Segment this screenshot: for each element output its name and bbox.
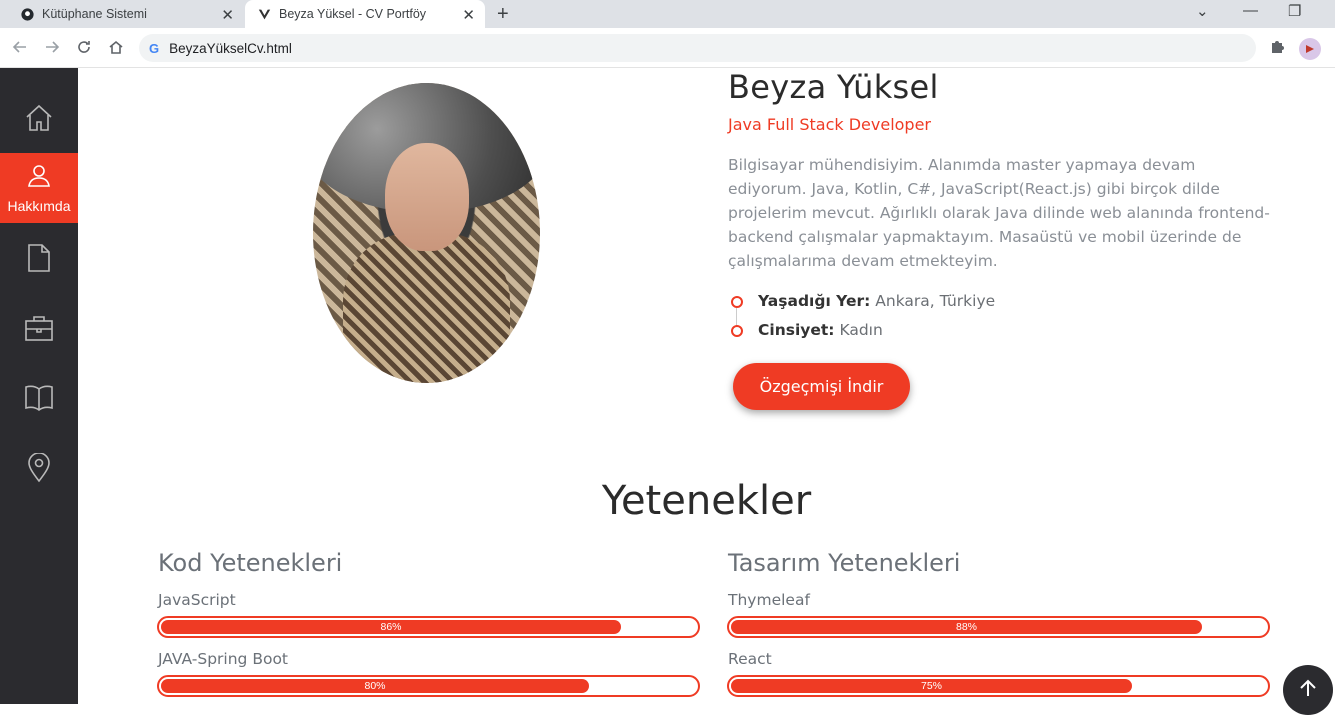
github-icon (20, 7, 34, 21)
skill-name: JAVA-Spring Boot (158, 650, 289, 668)
skill-bar-fill: 88% (731, 620, 1202, 634)
sidebar-item-portfolio[interactable] (0, 295, 78, 365)
address-bar-row: G BeyzaYükselCv.html (0, 28, 1335, 68)
code-skills-title: Kod Yetenekleri (158, 549, 343, 577)
google-g-icon: G (149, 40, 160, 56)
sidebar-item-home[interactable] (0, 85, 78, 155)
tab-search-chevron-icon[interactable]: ⌄ (1196, 2, 1209, 20)
info-value: Kadın (839, 321, 883, 339)
document-icon (26, 243, 52, 278)
extensions-puzzle-icon[interactable] (1269, 38, 1285, 59)
sidebar-item-contact[interactable] (0, 435, 78, 505)
design-skills-title: Tasarım Yetenekleri (728, 549, 961, 577)
profile-avatar[interactable] (1299, 38, 1321, 60)
tab-kutuphane[interactable]: Kütüphane Sistemi ✕ (8, 0, 244, 28)
skill-bar: 80% (157, 675, 700, 697)
back-icon[interactable] (10, 37, 30, 57)
user-icon (26, 163, 52, 194)
info-location: Yaşadığı Yer: Ankara, Türkiye (728, 292, 1128, 310)
vercel-v-icon (257, 7, 271, 21)
browser-tab-strip: Kütüphane Sistemi ✕ Beyza Yüksel - CV Po… (0, 0, 1335, 28)
profile-role: Java Full Stack Developer (728, 115, 931, 134)
sidebar-item-label: Hakkımda (7, 197, 71, 214)
book-icon (24, 384, 54, 417)
new-tab-icon[interactable]: + (497, 3, 509, 26)
main-content: Beyza Yüksel Java Full Stack Developer B… (78, 68, 1335, 715)
scroll-to-top-button[interactable] (1283, 665, 1333, 715)
tab-title: Beyza Yüksel - CV Portföy (279, 7, 427, 21)
skill-bar-fill: 75% (731, 679, 1132, 693)
briefcase-icon (24, 314, 54, 347)
sidebar-item-blog[interactable] (0, 365, 78, 435)
url-field[interactable]: G BeyzaYükselCv.html (139, 34, 1256, 62)
close-icon[interactable]: ✕ (462, 6, 475, 24)
info-key: Yaşadığı Yer: (758, 292, 871, 310)
info-value: Ankara, Türkiye (875, 292, 996, 310)
close-icon[interactable]: ✕ (221, 6, 234, 24)
profile-name: Beyza Yüksel (728, 68, 939, 106)
sidebar: Hakkımda (0, 68, 78, 704)
info-gender: Cinsiyet: Kadın (728, 321, 1128, 339)
tab-cv-portfoy[interactable]: Beyza Yüksel - CV Portföy ✕ (245, 0, 485, 28)
skill-bar-fill: 86% (161, 620, 621, 634)
reload-icon[interactable] (74, 37, 94, 57)
home-browser-icon[interactable] (106, 37, 126, 57)
bullet-circle-icon (731, 296, 743, 308)
arrow-up-icon (1298, 678, 1318, 703)
minimize-icon[interactable]: — (1243, 2, 1258, 19)
download-cv-button[interactable]: Özgeçmişi İndir (733, 363, 910, 410)
forward-icon[interactable] (42, 37, 62, 57)
skill-bar-fill: 80% (161, 679, 589, 693)
restore-icon[interactable]: ❐ (1288, 2, 1301, 20)
sidebar-item-resume[interactable] (0, 225, 78, 295)
skills-title: Yetenekler (601, 478, 812, 524)
skill-bar: 88% (727, 616, 1270, 638)
url-text: BeyzaYükselCv.html (169, 40, 292, 56)
bullet-circle-icon (731, 325, 743, 337)
info-key: Cinsiyet: (758, 321, 835, 339)
skill-name: React (728, 650, 772, 668)
profile-photo (313, 83, 540, 383)
sidebar-item-hakkimda[interactable]: Hakkımda (0, 153, 78, 223)
skill-name: Thymeleaf (728, 591, 810, 609)
profile-bio: Bilgisayar mühendisiyim. Alanımda master… (728, 156, 1270, 270)
location-icon (27, 451, 51, 488)
skill-bar: 86% (157, 616, 700, 638)
tab-title: Kütüphane Sistemi (42, 7, 147, 21)
skill-bar: 75% (727, 675, 1270, 697)
skill-name: JavaScript (158, 591, 236, 609)
home-icon (24, 103, 54, 138)
